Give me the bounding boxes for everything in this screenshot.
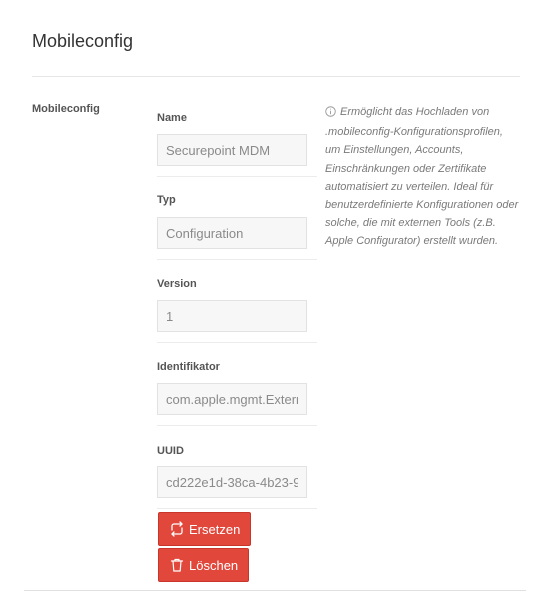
field-divider (157, 342, 317, 343)
trash-icon (169, 557, 185, 573)
name-input[interactable] (157, 134, 307, 166)
replace-button-label: Ersetzen (189, 521, 241, 537)
version-label: Version (157, 278, 197, 290)
replace-button[interactable]: Ersetzen (158, 512, 252, 546)
name-label: Name (157, 112, 187, 124)
field-divider (157, 259, 317, 260)
replace-icon (169, 521, 185, 537)
uuid-input[interactable] (157, 466, 307, 498)
delete-button[interactable]: Löschen (158, 548, 250, 582)
field-divider (157, 425, 317, 426)
info-icon (325, 105, 336, 123)
bottom-divider (24, 590, 526, 591)
help-text: Ermöglicht das Hochladen von .mobileconf… (325, 106, 519, 248)
version-input[interactable] (157, 300, 307, 332)
field-divider (157, 176, 317, 177)
page-title: Mobileconfig (32, 31, 134, 51)
identifikator-label: Identifikator (157, 361, 220, 373)
typ-input[interactable] (157, 217, 307, 249)
section-label: Mobileconfig (32, 103, 100, 115)
help-text-block: Ermöglicht das Hochladen von .mobileconf… (325, 103, 520, 251)
delete-button-label: Löschen (189, 557, 239, 573)
uuid-label: UUID (157, 445, 184, 457)
field-divider (157, 508, 317, 509)
identifikator-input[interactable] (157, 383, 307, 415)
typ-label: Typ (157, 194, 176, 206)
title-divider (32, 76, 520, 77)
